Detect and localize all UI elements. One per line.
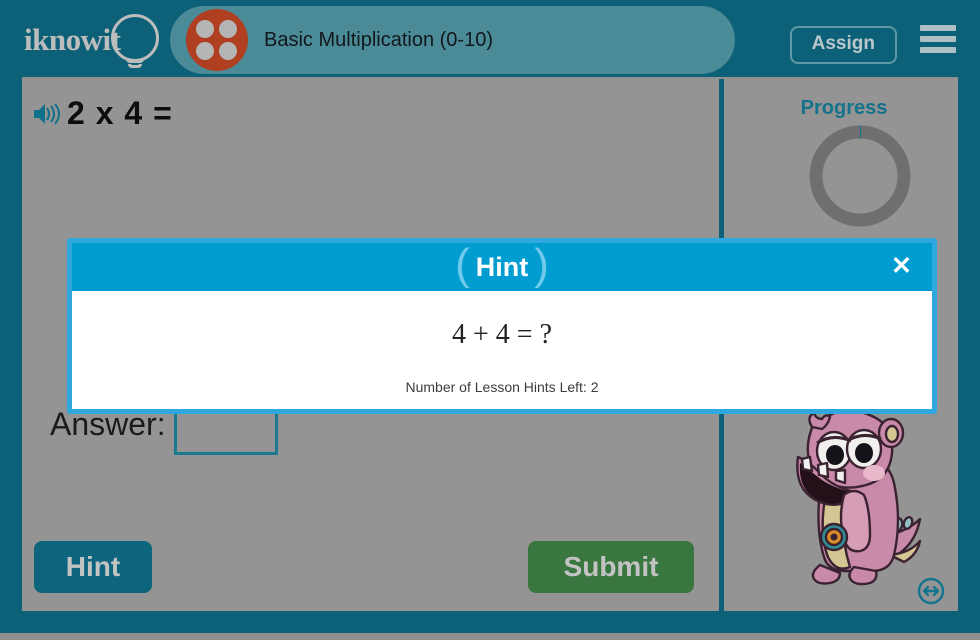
hint-modal-title: Hint [475,251,529,282]
lightbulb-icon [111,14,159,62]
hint-button[interactable]: Hint [34,541,152,593]
frame-left-edge [0,77,22,640]
frame-right-edge [958,77,980,640]
lesson-title-pill: Basic Multiplication (0-10) [170,6,735,74]
hint-modal-title-wrap: ( Hint ) [455,240,549,289]
brand-logo[interactable]: iknowit [22,12,162,68]
question-text: 2 x 4 = [67,95,173,131]
hint-modal-body: 4 + 4 = ? Number of Lesson Hints Left: 2 [72,291,932,409]
lesson-title: Basic Multiplication (0-10) [264,28,493,51]
brand-logo-text: iknowit [24,22,121,57]
close-icon[interactable]: ✕ [891,254,912,279]
lesson-screen: iknowit Basic Multiplication (0-10) Assi… [0,0,980,640]
hamburger-menu-icon[interactable] [920,25,956,53]
assign-button[interactable]: Assign [789,26,897,64]
hint-equation: 4 + 4 = ? [451,319,552,350]
lesson-stage: 2 x 4 = Progress Answer: Hint Submit (H… [22,79,958,611]
frame-bottom-edge [0,611,980,633]
hints-left-text: Number of Lesson Hints Left: 2 [405,379,599,395]
hint-modal: ( Hint ) ✕ 4 + 4 = ? Number of Lesson Hi… [68,239,936,413]
speaker-icon[interactable] [32,101,62,127]
hint-modal-header: ( Hint ) ✕ [72,243,932,291]
right-paren-decoration: ) [534,240,549,289]
top-bar: iknowit Basic Multiplication (0-10) Assi… [0,0,980,77]
four-dots-circle-icon [186,9,248,71]
frame-outer-bottom [0,633,980,640]
question-row: 2 x 4 = [32,95,173,132]
lightbulb-base-icon [126,58,144,63]
resize-horizontal-icon[interactable] [917,577,945,605]
left-paren-decoration: ( [455,240,470,289]
progress-label: Progress [800,97,888,119]
lightbulb-base-lower-icon [128,64,142,68]
progress-ring [809,125,911,227]
submit-button[interactable]: Submit [528,541,694,593]
